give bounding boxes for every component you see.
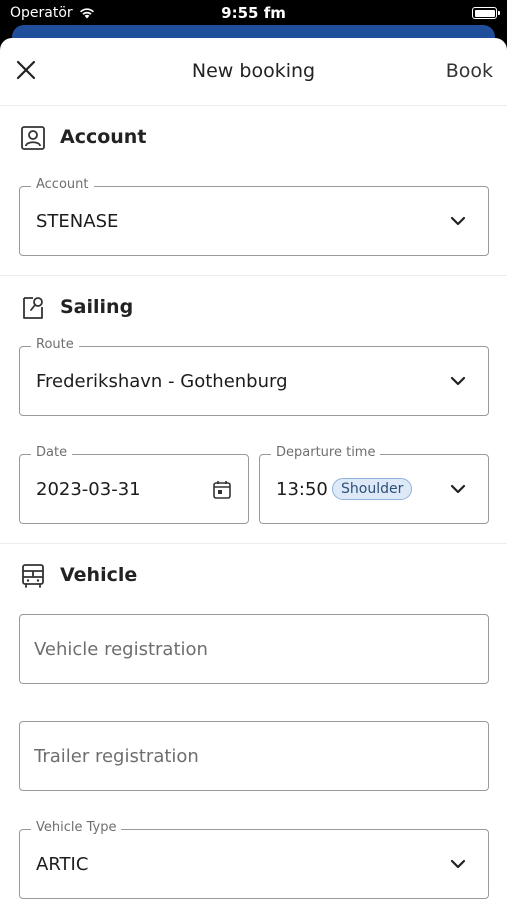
vehicle-type-select[interactable]: Vehicle Type ARTIC [19, 820, 489, 899]
screen: Operatör 9:55 fm New booking Book Accoun… [0, 0, 507, 900]
vehicle-registration-field[interactable] [19, 614, 489, 684]
vehicle-type-value: ARTIC [36, 854, 89, 875]
sailing-section-title: Sailing [60, 296, 134, 318]
chevron-down-icon [450, 859, 466, 869]
status-bar: Operatör 9:55 fm [0, 0, 507, 28]
trailer-registration-input[interactable] [34, 746, 434, 767]
sailing-icon [23, 297, 43, 319]
date-field-label: Date [31, 445, 73, 460]
chevron-down-icon [450, 216, 466, 226]
nav-bar: New booking Book [0, 38, 507, 106]
book-button[interactable]: Book [446, 60, 493, 82]
vehicle-section-title: Vehicle [60, 564, 138, 586]
bus-icon [22, 564, 44, 588]
date-field-value: 2023-03-31 [36, 479, 141, 500]
route-select[interactable]: Route Frederikshavn - Gothenburg [19, 337, 489, 416]
chevron-down-icon [450, 376, 466, 386]
status-time: 9:55 fm [221, 4, 286, 22]
vehicle-section-header: Vehicle [0, 544, 507, 604]
calendar-icon[interactable] [212, 480, 232, 500]
account-section-header: Account [0, 106, 507, 166]
route-field-label: Route [31, 337, 79, 352]
departure-field-value: 13:50 [276, 479, 328, 500]
account-section-title: Account [60, 126, 147, 148]
battery-icon [472, 7, 500, 19]
date-field[interactable]: Date 2023-03-31 [19, 445, 249, 524]
vehicle-registration-input[interactable] [34, 639, 434, 660]
shoulder-badge: Shoulder [332, 478, 413, 500]
account-field-label: Account [31, 177, 94, 192]
route-field-value: Frederikshavn - Gothenburg [36, 371, 288, 392]
account-field-value: STENASE [36, 211, 119, 232]
new-booking-sheet: New booking Book Account Account STENASE [0, 38, 507, 900]
account-section: Account Account STENASE [0, 106, 507, 276]
vehicle-type-label: Vehicle Type [31, 820, 122, 835]
sailing-section: Sailing Route Frederikshavn - Gothenburg… [0, 276, 507, 544]
page-title: New booking [191, 60, 316, 82]
departure-field-label: Departure time [271, 445, 381, 460]
vehicle-section: Vehicle Vehicle Type ARTIC [0, 544, 507, 900]
departure-time-select[interactable]: Departure time 13:50 Shoulder [259, 445, 489, 524]
chevron-down-icon [450, 484, 466, 494]
trailer-registration-field[interactable] [19, 721, 489, 791]
sailing-section-header: Sailing [0, 276, 507, 336]
account-select[interactable]: Account STENASE [19, 177, 489, 256]
account-icon [21, 126, 45, 150]
